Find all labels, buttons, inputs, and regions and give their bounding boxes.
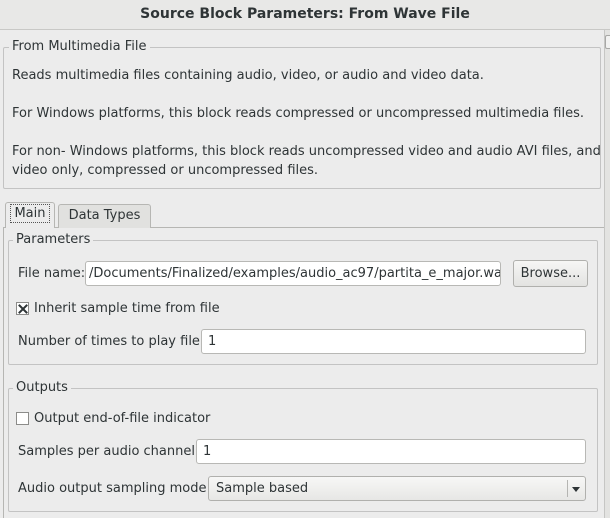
times-to-play-label: Number of times to play file: [18, 334, 205, 349]
window-titlebar: Source Block Parameters: From Wave File [0, 0, 610, 30]
samples-per-channel-field[interactable]: 1 [196, 439, 586, 464]
file-name-label: File name: [18, 266, 86, 281]
file-name-field[interactable]: /Documents/Finalized/examples/audio_ac97… [85, 261, 501, 286]
samples-per-channel-label: Samples per audio channel: [18, 444, 200, 459]
eof-indicator-checkbox[interactable] [16, 412, 29, 425]
browse-button[interactable]: Browse... [513, 260, 588, 287]
description-line-4: video only, compressed or uncompressed f… [12, 163, 319, 178]
tab-main-label: Main [10, 204, 50, 223]
check-mark-icon [18, 304, 28, 314]
description-group-legend: From Multimedia File [9, 39, 150, 54]
sampling-mode-select[interactable]: Sample based [208, 476, 586, 501]
inherit-sample-time-label: Inherit sample time from file [34, 301, 220, 316]
times-to-play-field[interactable]: 1 [201, 329, 586, 354]
description-line-1: Reads multimedia files containing audio,… [12, 68, 484, 83]
sampling-mode-label: Audio output sampling mode: [18, 481, 211, 496]
scrollbar-track[interactable] [604, 30, 610, 518]
tab-main[interactable]: Main [5, 202, 55, 228]
eof-indicator-label: Output end-of-file indicator [34, 411, 211, 426]
outputs-group-legend: Outputs [13, 380, 71, 395]
description-line-3: For non- Windows platforms, this block r… [12, 144, 601, 159]
dropdown-separator [567, 480, 568, 497]
tab-data-types-label: Data Types [68, 208, 141, 223]
inherit-sample-time-checkbox[interactable] [16, 302, 29, 315]
window-title: Source Block Parameters: From Wave File [140, 6, 470, 22]
chevron-down-icon [572, 487, 580, 492]
tab-data-types[interactable]: Data Types [58, 204, 151, 228]
description-line-2: For Windows platforms, this block reads … [12, 106, 585, 121]
sampling-mode-value: Sample based [216, 481, 309, 496]
parameters-group-legend: Parameters [13, 232, 94, 247]
scrollbar-thumb[interactable] [605, 35, 610, 49]
